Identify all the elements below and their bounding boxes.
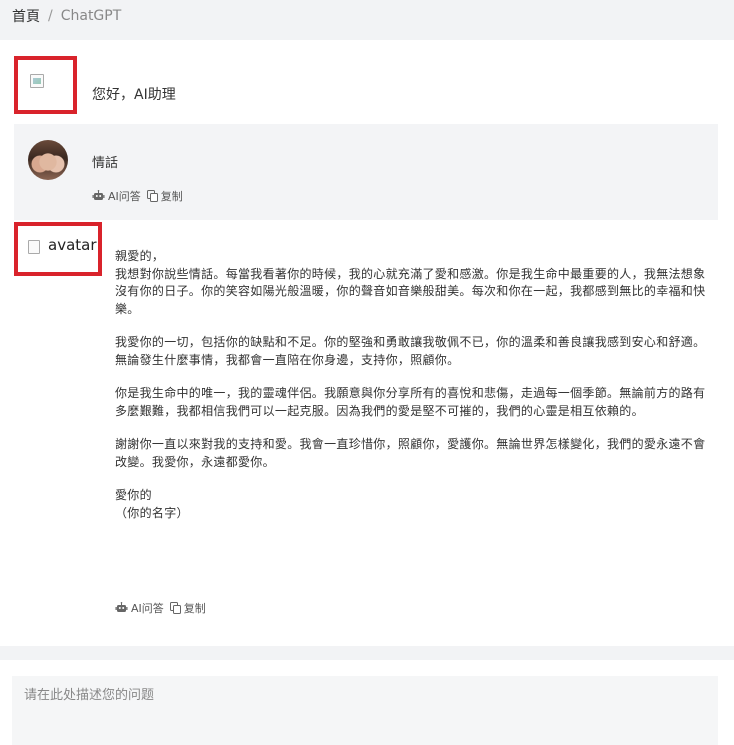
answer-body: 親愛的， 我想對你說些情話。每當我看著你的時候，我的心就充滿了愛和感激。你是我生…	[115, 248, 711, 522]
highlight-box: avatar	[14, 222, 102, 276]
avatar-alt-text: avatar	[48, 236, 97, 254]
copy-icon	[146, 190, 158, 202]
broken-image-icon	[28, 240, 40, 254]
broken-image-icon	[30, 74, 44, 88]
highlight-box	[14, 56, 77, 114]
ai-answer-button[interactable]: AI问答	[115, 600, 164, 616]
copy-icon	[169, 602, 181, 614]
user-avatar	[28, 140, 68, 180]
question-text: 情話	[92, 156, 119, 171]
ai-answer-label: AI问答	[108, 190, 141, 203]
answer-closing: 愛你的	[115, 488, 152, 502]
welcome-text: 您好，AI助理	[92, 87, 176, 103]
ai-answer: avatar 親愛的， 我想對你說些情話。每當我看著你的時候，我的心就充滿了愛和…	[14, 222, 718, 622]
breadcrumb-separator: /	[48, 8, 53, 24]
section-divider	[0, 646, 734, 660]
copy-button[interactable]: 复制	[146, 188, 183, 204]
answer-paragraph: 謝謝你一直以來對我的支持和愛。我會一直珍惜你，照顧你，愛護你。無論世界怎樣變化，…	[115, 437, 706, 469]
ai-answer-button[interactable]: AI问答	[92, 188, 141, 204]
question-actions: AI问答 复制	[92, 188, 189, 204]
answer-actions: AI问答 复制	[115, 600, 212, 616]
ai-answer-label: AI问答	[131, 602, 164, 615]
breadcrumb-current: ChatGPT	[60, 8, 122, 24]
user-question: 情話 AI问答 复制	[14, 124, 718, 220]
answer-paragraph: 我想對你說些情話。每當我看著你的時候，我的心就充滿了愛和感激。你是我生命中最重要…	[115, 266, 706, 316]
copy-button[interactable]: 复制	[169, 600, 206, 616]
robot-icon	[115, 602, 128, 612]
question-input[interactable]	[12, 676, 718, 745]
answer-paragraph: 你是我生命中的唯一，我的靈魂伴侶。我願意與你分享所有的喜悅和悲傷，走過每一個季節…	[115, 386, 706, 418]
copy-label: 复制	[183, 602, 206, 615]
breadcrumb-home-link[interactable]: 首頁	[12, 6, 40, 26]
answer-signature: （你的名字）	[115, 505, 189, 520]
copy-label: 复制	[160, 190, 183, 203]
input-area	[0, 660, 734, 745]
welcome-message: 您好，AI助理	[14, 56, 734, 118]
answer-paragraph: 我愛你的一切，包括你的缺點和不足。你的堅強和勇敢讓我敬佩不已，你的溫柔和善良讓我…	[115, 335, 706, 367]
answer-greeting: 親愛的，	[115, 249, 165, 263]
robot-icon	[92, 190, 105, 200]
breadcrumb: 首頁 / ChatGPT	[12, 6, 121, 26]
